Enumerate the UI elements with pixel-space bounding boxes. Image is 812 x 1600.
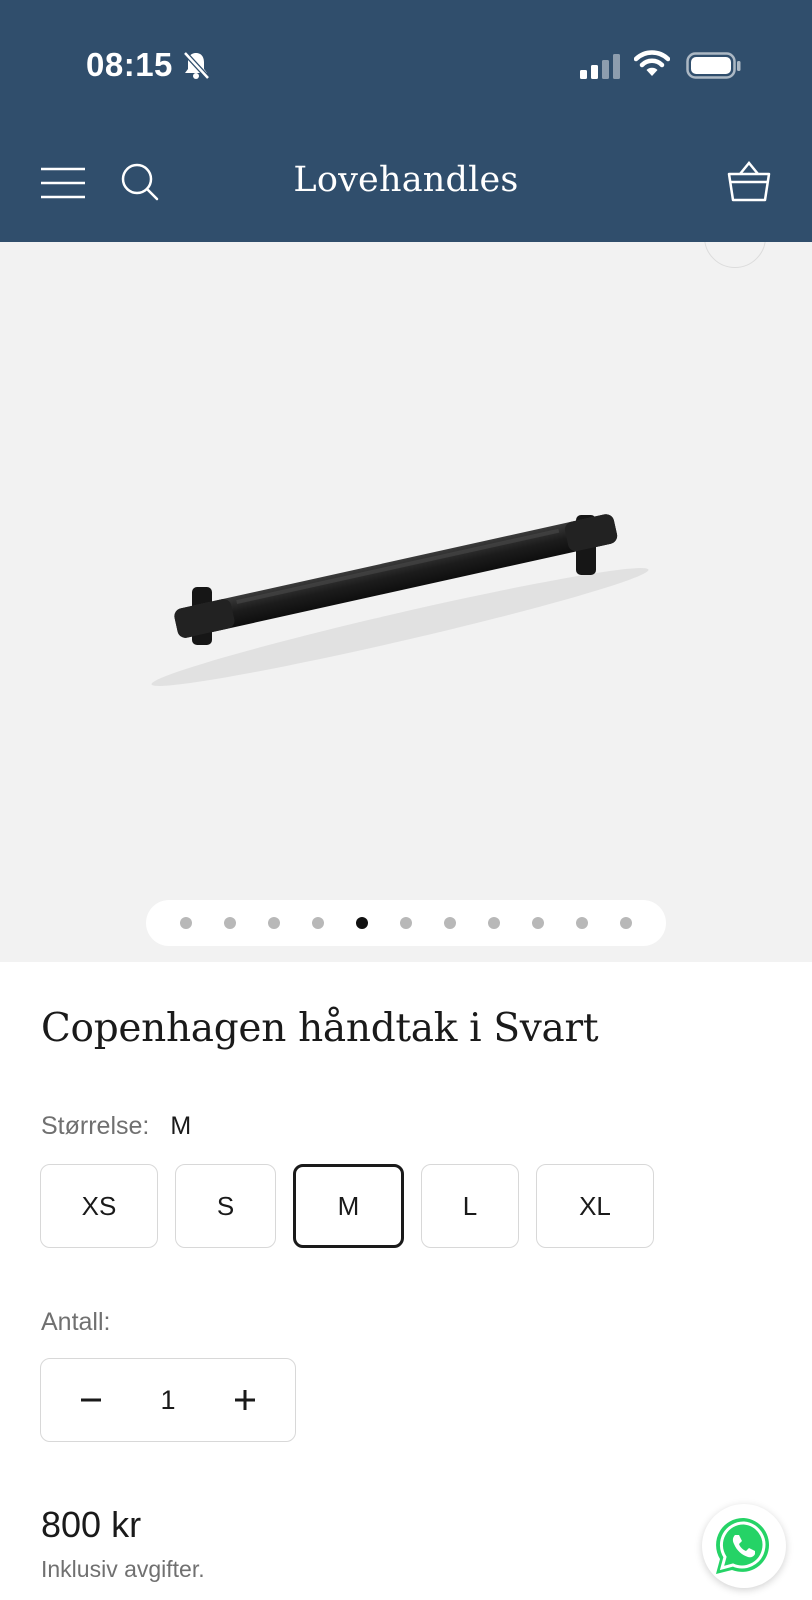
size-option-xl[interactable]: XL bbox=[536, 1164, 654, 1248]
size-option-xs[interactable]: XS bbox=[40, 1164, 158, 1248]
silent-bell-icon bbox=[182, 50, 210, 85]
gallery-dot[interactable] bbox=[488, 917, 500, 929]
zoom-button[interactable] bbox=[704, 242, 766, 268]
gallery-dot[interactable] bbox=[268, 917, 280, 929]
whatsapp-icon bbox=[716, 1517, 770, 1574]
size-option-s[interactable]: S bbox=[175, 1164, 276, 1248]
gallery-dot[interactable] bbox=[576, 917, 588, 929]
quantity-increase-button[interactable] bbox=[196, 1359, 295, 1441]
product-image bbox=[151, 514, 649, 686]
gallery-dot[interactable] bbox=[356, 917, 368, 929]
size-option-m[interactable]: M bbox=[293, 1164, 404, 1248]
gallery-dot[interactable] bbox=[224, 917, 236, 929]
plus-icon bbox=[235, 1390, 256, 1410]
gallery-dot[interactable] bbox=[312, 917, 324, 929]
gallery-dot[interactable] bbox=[180, 917, 192, 929]
wifi-icon bbox=[633, 50, 671, 83]
gallery-dot[interactable] bbox=[400, 917, 412, 929]
battery-icon bbox=[686, 52, 742, 85]
quantity-label: Antall: bbox=[41, 1308, 111, 1336]
brand-logo[interactable]: Lovehandles bbox=[0, 160, 812, 200]
size-option-l[interactable]: L bbox=[421, 1164, 519, 1248]
tax-note: Inklusiv avgifter. bbox=[41, 1556, 205, 1582]
gallery-dot[interactable] bbox=[620, 917, 632, 929]
minus-icon bbox=[80, 1398, 101, 1402]
gallery-dot[interactable] bbox=[444, 917, 456, 929]
status-time: 08:15 bbox=[86, 46, 173, 83]
size-options: XS S M L XL bbox=[40, 1164, 654, 1248]
cell-signal-icon bbox=[580, 54, 622, 85]
gallery-pagination bbox=[146, 900, 666, 946]
product-gallery[interactable] bbox=[0, 242, 812, 962]
size-label-row: Størrelse: M bbox=[41, 1112, 191, 1141]
quantity-value[interactable]: 1 bbox=[140, 1385, 196, 1416]
quantity-decrease-button[interactable] bbox=[41, 1359, 140, 1441]
gallery-dot[interactable] bbox=[532, 917, 544, 929]
quantity-stepper: 1 bbox=[40, 1358, 296, 1442]
top-header: 08:15 Lovehandles bbox=[0, 0, 812, 242]
size-label: Størrelse: bbox=[41, 1112, 150, 1140]
whatsapp-chat-button[interactable] bbox=[702, 1504, 786, 1588]
product-title: Copenhagen håndtak i Svart bbox=[41, 1006, 599, 1051]
cart-basket-icon[interactable] bbox=[726, 160, 772, 204]
size-selected-value: M bbox=[170, 1112, 192, 1140]
product-price: 800 kr bbox=[41, 1504, 142, 1545]
